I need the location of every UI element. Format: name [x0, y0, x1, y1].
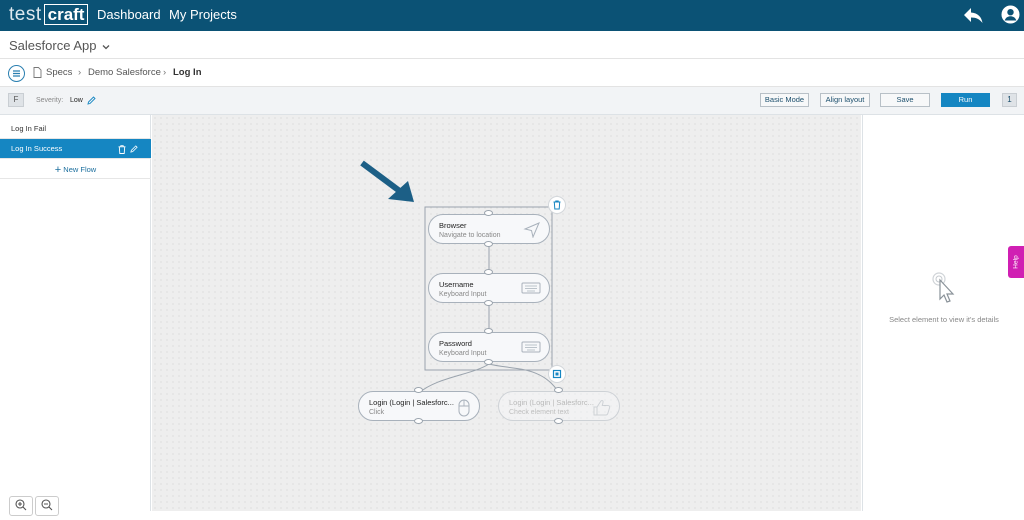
- step-title: Login (Login | Salesforc...: [509, 398, 594, 407]
- align-layout-button[interactable]: Align layout: [820, 93, 870, 107]
- testcraft-logo[interactable]: test craft: [9, 3, 89, 26]
- step-subtitle: Navigate to location: [439, 232, 501, 239]
- document-icon: [33, 67, 42, 78]
- breadcrumb-specs[interactable]: Specs: [46, 67, 72, 78]
- step-subtitle: Check element text: [509, 409, 569, 416]
- flow-canvas[interactable]: Browser Navigate to location Username Ke…: [152, 115, 861, 511]
- flow-toolbar: F Severity: Low Basic Mode Align layout …: [0, 87, 1024, 115]
- menu-toggle-button[interactable]: [8, 65, 25, 82]
- new-flow-label: New Flow: [63, 165, 97, 174]
- connector-port[interactable]: [414, 387, 423, 393]
- logo-text-craft: craft: [43, 4, 89, 25]
- flow-item-label: Log In Success: [11, 144, 63, 153]
- keyboard-icon: [521, 282, 541, 294]
- severity-value: Low: [70, 97, 83, 104]
- step-node-username[interactable]: Username Keyboard Input: [428, 273, 550, 303]
- breadcrumb-current: Log In: [173, 67, 202, 78]
- flow-item-log-in-fail[interactable]: Log In Fail: [0, 119, 151, 139]
- app-selector[interactable]: Salesforce App: [9, 38, 110, 53]
- user-icon[interactable]: [1001, 5, 1020, 24]
- step-node-login-check[interactable]: Login (Login | Salesforc... Check elemen…: [498, 391, 620, 421]
- step-title: Username: [439, 280, 474, 289]
- breadcrumb: Specs › Demo Salesforce › Log In: [0, 59, 1024, 87]
- plus-icon: +: [54, 164, 62, 176]
- reply-icon[interactable]: [962, 5, 984, 25]
- zoom-in-icon: [15, 499, 27, 511]
- delete-group-button[interactable]: [548, 196, 566, 214]
- mouse-icon: [458, 399, 470, 417]
- connector-port[interactable]: [554, 387, 563, 393]
- chevron-down-icon: [102, 45, 110, 50]
- step-subtitle: Keyboard Input: [439, 291, 487, 298]
- hamburger-icon: [13, 70, 20, 77]
- connectors: [360, 160, 560, 394]
- trash-icon[interactable]: [118, 145, 126, 154]
- zoom-out-button[interactable]: [35, 496, 59, 516]
- connector-port[interactable]: [484, 300, 493, 306]
- step-node-login-click[interactable]: Login (Login | Salesforc... Click: [358, 391, 480, 421]
- chevron-right-icon: ›: [78, 67, 82, 78]
- basic-mode-button[interactable]: Basic Mode: [760, 93, 809, 107]
- connector-port[interactable]: [484, 241, 493, 247]
- expand-icon: [552, 369, 562, 379]
- connector-port[interactable]: [484, 210, 493, 216]
- edit-flow-icon[interactable]: [130, 145, 138, 153]
- top-navbar: test craft Dashboard My Projects: [0, 0, 1024, 31]
- flow-item-label: Log In Fail: [11, 124, 47, 133]
- zoom-out-icon: [41, 499, 53, 511]
- app-bar: Salesforce App: [0, 31, 1024, 59]
- nav-dashboard[interactable]: Dashboard: [97, 7, 161, 22]
- zoom-in-button[interactable]: [9, 496, 33, 516]
- expand-group-button[interactable]: [548, 365, 566, 383]
- step-title: Login (Login | Salesforc...: [369, 398, 454, 407]
- flow-item-log-in-success[interactable]: Log In Success: [0, 139, 151, 159]
- chevron-right-icon: ›: [163, 67, 167, 78]
- empty-selection-message: Select element to view it's details: [889, 315, 999, 324]
- step-title: Browser: [439, 221, 467, 230]
- connector-port[interactable]: [414, 418, 423, 424]
- connector-port[interactable]: [554, 418, 563, 424]
- connector-port[interactable]: [484, 359, 493, 365]
- severity-label: Severity:: [36, 97, 64, 104]
- step-title: Password: [439, 339, 472, 348]
- run-button[interactable]: Run: [941, 93, 990, 107]
- nav-my-projects[interactable]: My Projects: [169, 7, 237, 22]
- flows-panel: Log In Fail Log In Success + New Flow: [0, 115, 151, 511]
- step-node-browser[interactable]: Browser Navigate to location: [428, 214, 550, 244]
- save-button[interactable]: Save: [880, 93, 930, 107]
- navigate-icon: [523, 222, 540, 238]
- step-subtitle: Keyboard Input: [439, 350, 487, 357]
- step-node-password[interactable]: Password Keyboard Input: [428, 332, 550, 362]
- thumbs-up-icon: [593, 400, 611, 416]
- help-tab[interactable]: Help: [1008, 246, 1024, 278]
- trash-icon: [553, 200, 561, 210]
- cursor-click-icon: [932, 272, 955, 303]
- step-subtitle: Click: [369, 409, 385, 416]
- keyboard-icon: [521, 341, 541, 353]
- details-panel: Select element to view it's details: [862, 115, 1024, 511]
- connector-port[interactable]: [484, 328, 493, 334]
- flow-badge[interactable]: F: [8, 93, 24, 107]
- connector-port[interactable]: [484, 269, 493, 275]
- edit-severity-icon[interactable]: [87, 96, 96, 105]
- app-name: Salesforce App: [9, 38, 97, 53]
- help-label: Help: [1012, 255, 1020, 269]
- logo-text-test: test: [9, 3, 42, 25]
- new-flow-button[interactable]: + New Flow: [0, 160, 151, 179]
- breadcrumb-demo-salesforce[interactable]: Demo Salesforce: [88, 67, 161, 78]
- counter-badge[interactable]: 1: [1002, 93, 1017, 107]
